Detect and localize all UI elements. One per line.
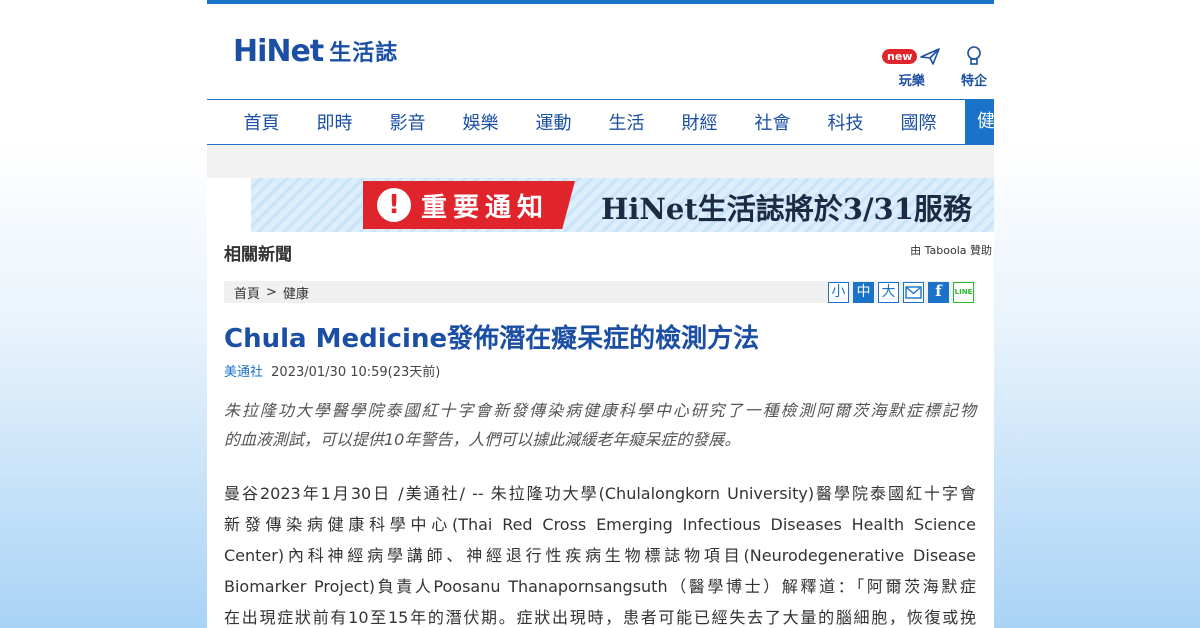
article-title: Chula Medicine發佈潛在癡呆症的檢測方法 xyxy=(224,324,760,354)
site-logo[interactable]: HiNet 生活誌 xyxy=(233,19,399,76)
article-source[interactable]: 美通社 xyxy=(224,365,263,380)
body-line: 曼谷2023年1月30日 /美通社/ -- 朱拉隆功大學(Chulalongko… xyxy=(224,484,976,503)
plane-icon xyxy=(920,48,941,65)
breadcrumb: 首頁 > 健康 小 中 大 f LINE xyxy=(224,281,976,303)
notice-text: HiNet生活誌將於3/31服務 xyxy=(601,192,972,226)
article-body: 曼谷2023年1月30日 /美通社/ -- 朱拉隆功大學(Chulalongko… xyxy=(224,478,976,628)
breadcrumb-section[interactable]: 健康 xyxy=(283,283,309,302)
body-line: 新發傳染病健康科學中心(Thai Red Cross Emerging Infe… xyxy=(224,515,976,534)
exclamation-icon: ! xyxy=(377,188,411,222)
body-line: Biomarker Project)負責人Poosanu Thanapornsa… xyxy=(224,577,976,596)
line-icon: LINE xyxy=(954,288,973,296)
body-line: Center)內科神經病學講師、神經退行性疾病生物標誌物項目(Neurodege… xyxy=(224,546,976,565)
page: HiNet 生活誌 new 玩樂 特企 首頁 即時 影音 娛樂 運動 生活 財經… xyxy=(207,0,994,628)
ad-spacer xyxy=(207,145,994,178)
notice-banner[interactable]: ! 重要通知 HiNet生活誌將於3/31服務 xyxy=(251,178,994,232)
bulb-icon xyxy=(967,46,981,65)
util-play-label: 玩樂 xyxy=(898,74,925,89)
nav-item-finance[interactable]: 財經 xyxy=(663,109,736,135)
nav-item-tech[interactable]: 科技 xyxy=(809,109,882,135)
article-meta: 美通社 2023/01/30 10:59(23天前) xyxy=(224,361,440,380)
article-tools: 小 中 大 f LINE xyxy=(828,282,974,303)
line-share-button[interactable]: LINE xyxy=(953,282,974,303)
breadcrumb-separator: > xyxy=(266,284,277,300)
util-feature-link[interactable]: 特企 xyxy=(961,44,987,89)
summary-line: 朱拉隆功大學醫學院泰國紅十字會新發傳染病健康科學中心研究了一種檢測阿爾茨海默症標… xyxy=(224,401,976,420)
taboola-sponsor-link[interactable]: 由 Taboola 贊助 xyxy=(910,242,992,258)
main-nav: 首頁 即時 影音 娛樂 運動 生活 財經 社會 科技 國際 健康 xyxy=(207,99,994,145)
nav-item-home[interactable]: 首頁 xyxy=(225,109,298,135)
logo-subtitle: 生活誌 xyxy=(329,41,399,66)
nav-item-latest[interactable]: 即時 xyxy=(298,109,371,135)
font-large-button[interactable]: 大 xyxy=(878,282,899,303)
logo-brand: HiNet xyxy=(233,19,324,69)
summary-line: 的血液測試，可以提供10年警告，人們可以據此減緩老年癡呆症的發展。 xyxy=(224,430,741,449)
mail-icon xyxy=(905,286,922,299)
nav-item-health[interactable]: 健康 xyxy=(965,100,994,144)
font-medium-button[interactable]: 中 xyxy=(853,282,874,303)
facebook-icon: f xyxy=(935,282,942,300)
facebook-share-button[interactable]: f xyxy=(928,282,949,303)
breadcrumb-home[interactable]: 首頁 xyxy=(234,283,260,302)
nav-item-society[interactable]: 社會 xyxy=(736,109,809,135)
util-feature-label: 特企 xyxy=(961,74,988,89)
notice-label-box: ! 重要通知 xyxy=(363,181,575,229)
article-datetime: 2023/01/30 10:59(23天前) xyxy=(271,365,441,380)
nav-item-life[interactable]: 生活 xyxy=(590,109,663,135)
notice-label: 重要通知 xyxy=(421,192,550,223)
nav-item-video[interactable]: 影音 xyxy=(371,109,444,135)
nav-item-entertainment[interactable]: 娛樂 xyxy=(444,109,517,135)
mail-share-button[interactable] xyxy=(903,282,924,303)
related-news-heading: 相關新聞 xyxy=(224,245,292,265)
new-badge: new xyxy=(882,48,918,64)
article-summary: 朱拉隆功大學醫學院泰國紅十字會新發傳染病健康科學中心研究了一種檢測阿爾茨海默症標… xyxy=(224,396,976,454)
font-small-button[interactable]: 小 xyxy=(828,282,849,303)
nav-item-world[interactable]: 國際 xyxy=(882,109,955,135)
nav-item-sports[interactable]: 運動 xyxy=(517,109,590,135)
util-play-link[interactable]: new 玩樂 xyxy=(882,44,941,89)
body-line: 在出現症狀前有10至15年的潛伏期。症狀出現時，患者可能已經失去了大量的腦細胞，… xyxy=(224,608,976,627)
top-accent-bar xyxy=(207,0,994,4)
